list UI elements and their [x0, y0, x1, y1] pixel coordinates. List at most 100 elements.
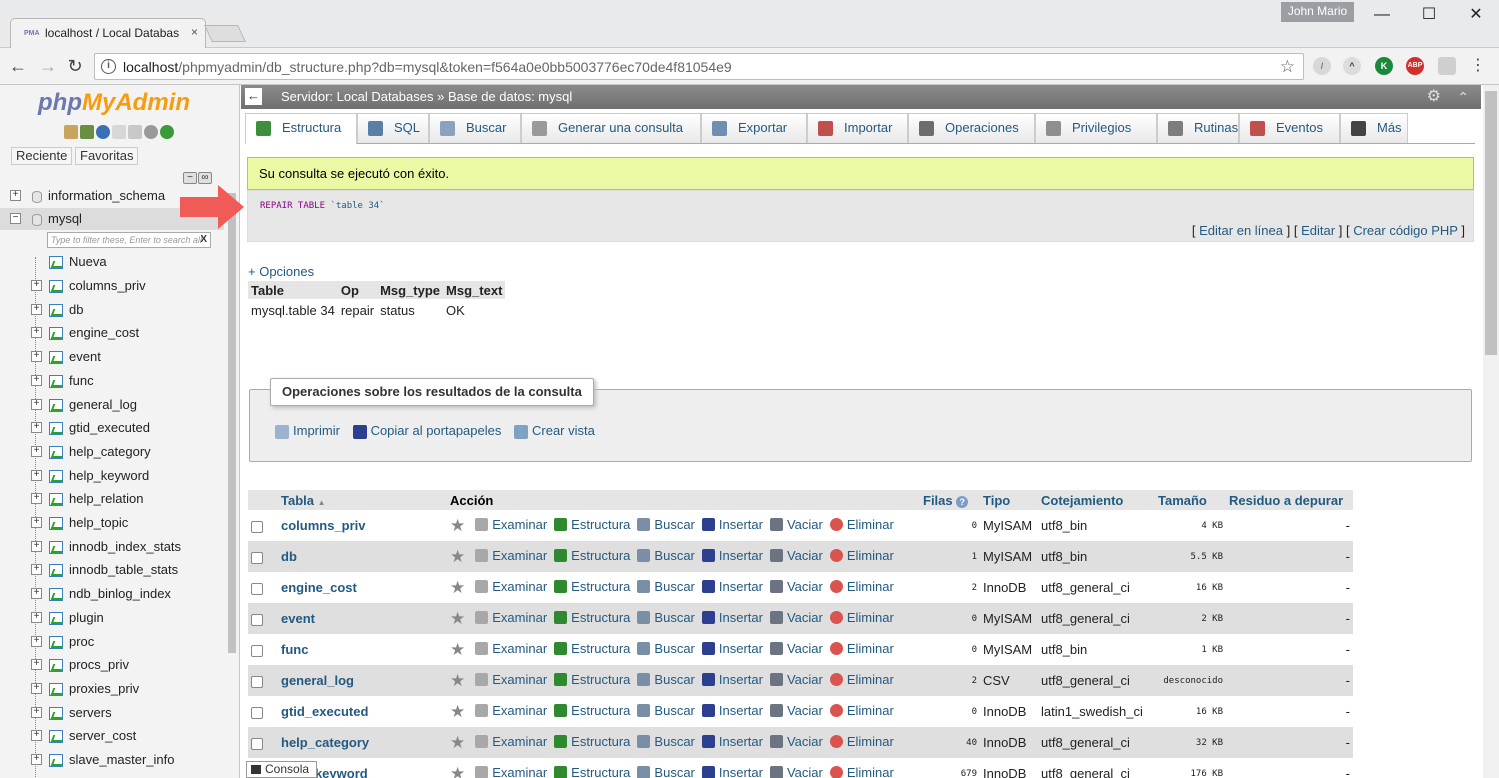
k-extension-icon[interactable]: K: [1375, 57, 1393, 75]
action-insertar-link[interactable]: Insertar: [701, 517, 763, 532]
tab-estructura[interactable]: Estructura: [245, 113, 357, 144]
help-icon[interactable]: ?: [956, 495, 969, 508]
expand-icon[interactable]: +: [31, 682, 42, 694]
adblock-extension-icon[interactable]: ABP: [1406, 57, 1424, 75]
hat-extension-icon[interactable]: ^: [1343, 57, 1361, 75]
favorite-star-icon[interactable]: ★: [450, 764, 465, 778]
action-eliminar-link[interactable]: Eliminar: [829, 765, 894, 778]
expand-icon[interactable]: +: [31, 730, 42, 742]
table-item-plugin[interactable]: + plugin: [0, 607, 224, 629]
table-item-event[interactable]: + event: [0, 346, 224, 368]
edit-inline-link[interactable]: Editar en línea: [1199, 223, 1283, 238]
expand-icon[interactable]: +: [31, 706, 42, 718]
phpmyadmin-logo[interactable]: phpMyAdmin: [38, 89, 190, 117]
recent-button[interactable]: Reciente: [11, 147, 73, 165]
maximize-button[interactable]: ☐: [1409, 4, 1449, 26]
clear-filter-icon[interactable]: X: [200, 233, 207, 247]
create-view-link[interactable]: Crear vista: [514, 423, 595, 439]
row-checkbox[interactable]: [251, 675, 263, 688]
print-link[interactable]: Imprimir: [275, 423, 340, 439]
tab-buscar[interactable]: Buscar: [429, 113, 521, 143]
expand-icon[interactable]: +: [31, 754, 42, 765]
row-checkbox[interactable]: [251, 582, 263, 595]
table-item-func[interactable]: + func: [0, 370, 224, 392]
tab-generar-una-consulta[interactable]: Generar una consulta: [521, 113, 701, 143]
rows-header[interactable]: Filas ?: [920, 490, 980, 510]
favorite-star-icon[interactable]: ★: [450, 671, 465, 690]
browser-tab[interactable]: PMA localhost / Local Databas ×: [10, 18, 206, 48]
row-checkbox[interactable]: [251, 706, 263, 719]
collapse-icon[interactable]: −: [10, 213, 21, 224]
collapse-all-icon[interactable]: −: [183, 172, 197, 184]
eyedropper-extension-icon[interactable]: /: [1313, 57, 1331, 75]
action-insertar-link[interactable]: Insertar: [701, 610, 763, 625]
action-insertar-link[interactable]: Insertar: [701, 579, 763, 594]
exit-icon[interactable]: [80, 124, 94, 139]
table-size[interactable]: 176 KB: [1155, 758, 1226, 778]
table-filter-input[interactable]: Type to filter these, Enter to search al…: [47, 232, 211, 248]
tab-operaciones[interactable]: Operaciones: [908, 113, 1035, 143]
close-window-button[interactable]: ✕: [1456, 4, 1496, 26]
forward-arrow-icon[interactable]: →: [36, 54, 60, 78]
table-item-innodb-table-stats[interactable]: + innodb_table_stats: [0, 559, 224, 581]
expand-icon[interactable]: +: [31, 611, 42, 623]
action-buscar-link[interactable]: Buscar: [637, 641, 695, 656]
table-item-help-category[interactable]: + help_category: [0, 441, 224, 463]
expand-icon[interactable]: +: [31, 588, 42, 600]
row-checkbox[interactable]: [251, 737, 263, 750]
type-header[interactable]: Tipo: [980, 490, 1038, 510]
settings-gear-icon[interactable]: [144, 124, 158, 139]
copy-icon[interactable]: [128, 124, 142, 139]
table-item-ndb-binlog-index[interactable]: + ndb_binlog_index: [0, 583, 224, 605]
table-item-gtid-executed[interactable]: + gtid_executed: [0, 417, 224, 439]
table-item-help-keyword[interactable]: + help_keyword: [0, 465, 224, 487]
table-item-server-cost[interactable]: + server_cost: [0, 725, 224, 747]
table-item-procs-priv[interactable]: + procs_priv: [0, 654, 224, 676]
table-name-link[interactable]: columns_priv: [281, 518, 366, 533]
expand-icon[interactable]: +: [31, 659, 42, 671]
tab-privilegios[interactable]: Privilegios: [1035, 113, 1157, 143]
action-buscar-link[interactable]: Buscar: [637, 610, 695, 625]
action-examinar-link[interactable]: Examinar: [475, 548, 547, 563]
table-item-db[interactable]: + db: [0, 299, 224, 321]
table-item-slave-master-info[interactable]: + slave_master_info: [0, 749, 224, 771]
favorites-button[interactable]: Favoritas: [75, 147, 139, 165]
create-php-link[interactable]: Crear código PHP: [1353, 223, 1458, 238]
console-button[interactable]: Consola: [246, 761, 317, 778]
favorite-star-icon[interactable]: ★: [450, 547, 465, 566]
action-insertar-link[interactable]: Insertar: [701, 548, 763, 563]
table-size[interactable]: desconocido: [1155, 665, 1226, 696]
action-eliminar-link[interactable]: Eliminar: [829, 734, 894, 749]
link-icon[interactable]: ∞: [198, 172, 212, 184]
favorite-star-icon[interactable]: ★: [450, 702, 465, 721]
tab-exportar[interactable]: Exportar: [701, 113, 807, 143]
action-vaciar-link[interactable]: Vaciar: [769, 579, 823, 594]
profile-badge[interactable]: John Mario: [1281, 2, 1354, 22]
url-bar[interactable]: i localhost/phpmyadmin/db_structure.php?…: [94, 53, 1304, 80]
action-eliminar-link[interactable]: Eliminar: [829, 703, 894, 718]
collation-header[interactable]: Cotejamiento: [1038, 490, 1155, 510]
bookmark-star-icon[interactable]: ☆: [1280, 57, 1295, 77]
action-examinar-link[interactable]: Examinar: [475, 703, 547, 718]
expand-icon[interactable]: +: [31, 564, 42, 576]
action-buscar-link[interactable]: Buscar: [637, 703, 695, 718]
action-estructura-link[interactable]: Estructura: [554, 579, 630, 594]
table-item-help-topic[interactable]: + help_topic: [0, 512, 224, 534]
table-size[interactable]: 1 KB: [1155, 634, 1226, 665]
table-item-proc[interactable]: + proc: [0, 631, 224, 653]
action-estructura-link[interactable]: Estructura: [554, 703, 630, 718]
new-table-item[interactable]: Nueva: [0, 251, 224, 273]
expand-icon[interactable]: +: [31, 469, 42, 481]
collapse-nav-icon[interactable]: ←: [245, 88, 262, 105]
action-estructura-link[interactable]: Estructura: [554, 517, 630, 532]
expand-icon[interactable]: +: [31, 374, 42, 386]
favorite-star-icon[interactable]: ★: [450, 578, 465, 597]
table-item-innodb-index-stats[interactable]: + innodb_index_stats: [0, 536, 224, 558]
expand-icon[interactable]: +: [31, 422, 42, 434]
action-insertar-link[interactable]: Insertar: [701, 672, 763, 687]
expand-icon[interactable]: +: [31, 493, 42, 505]
options-link[interactable]: + Opciones: [248, 264, 314, 279]
action-examinar-link[interactable]: Examinar: [475, 579, 547, 594]
tab-sql[interactable]: SQL: [357, 113, 429, 143]
action-estructura-link[interactable]: Estructura: [554, 548, 630, 563]
